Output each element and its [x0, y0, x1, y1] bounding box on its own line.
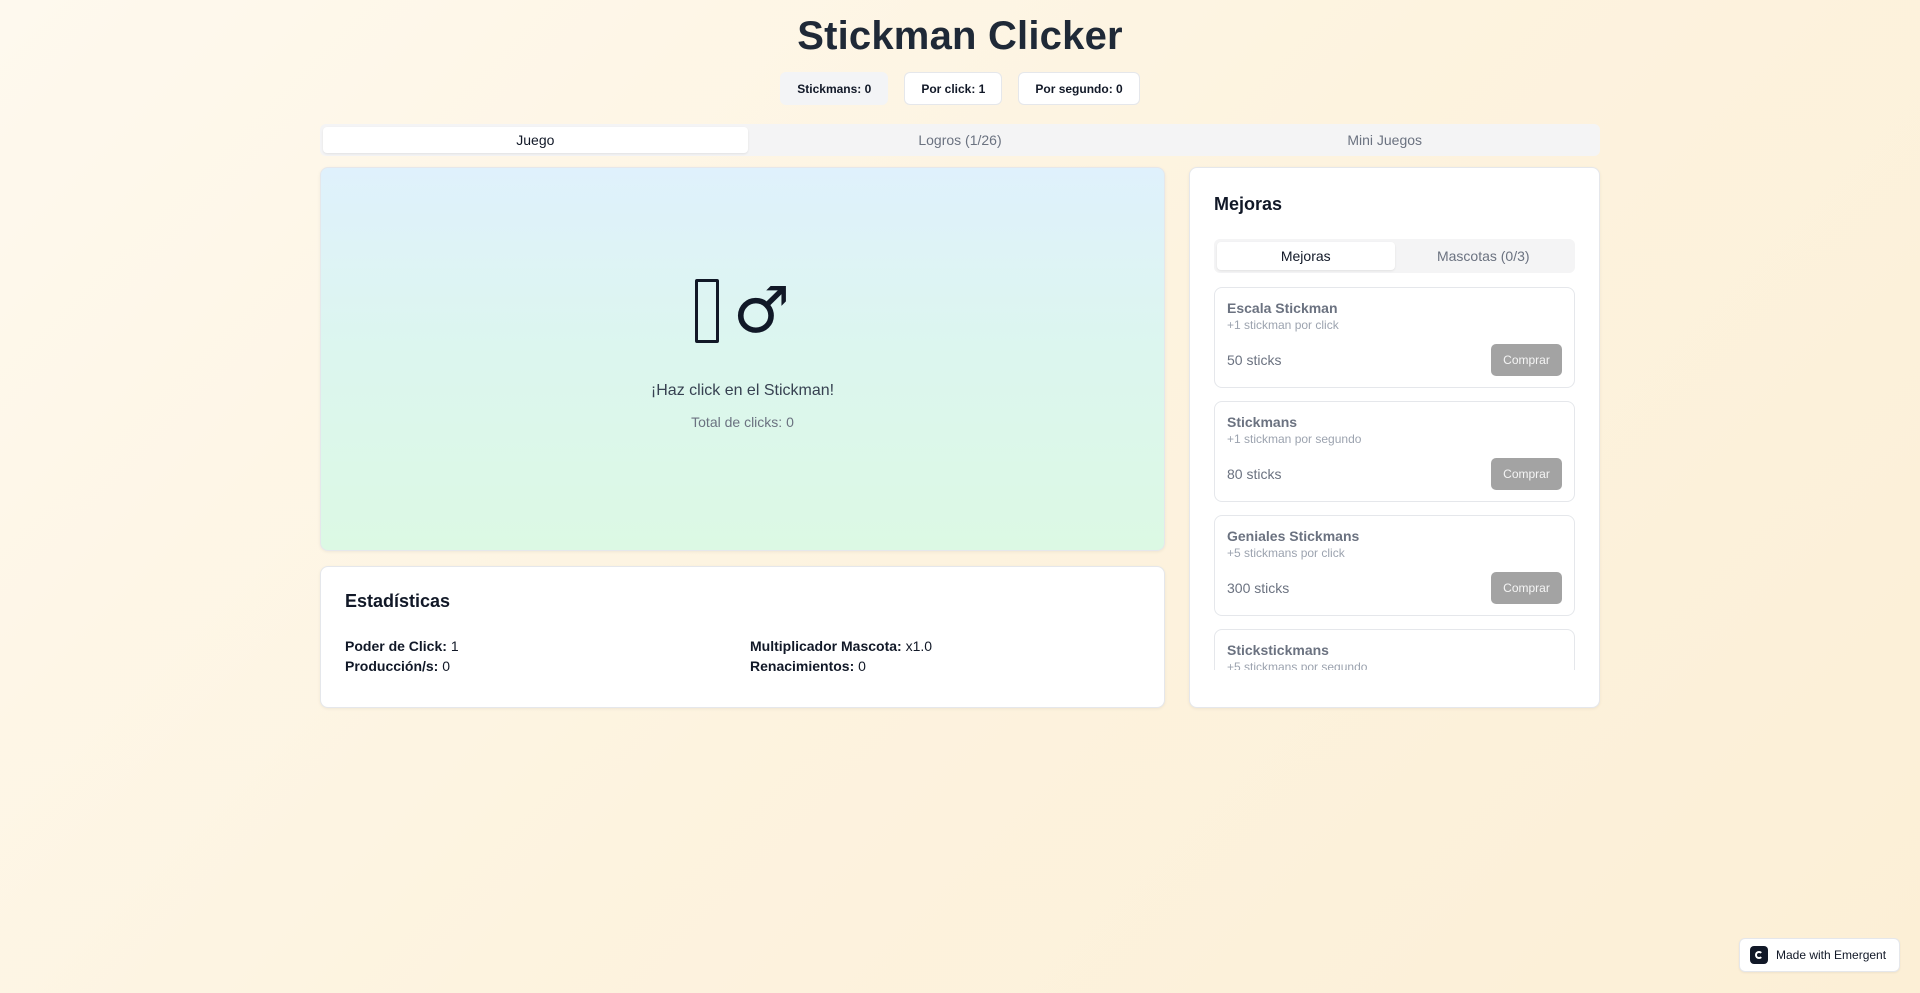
header: Stickman Clicker Stickmans: 0 Por click:…: [0, 0, 1920, 105]
stats-grid: Poder de Click: 1 Multiplicador Mascota:…: [345, 638, 1140, 674]
upgrades-tabs: Mejoras Mascotas (0/3): [1214, 239, 1575, 273]
upgrade-name: Geniales Stickmans: [1227, 528, 1360, 544]
buy-button[interactable]: Comprar: [1491, 572, 1562, 604]
game-panel: ♂ ¡Haz click en el Stickman! Total de cl…: [320, 167, 1165, 551]
tab-juego[interactable]: Juego: [323, 127, 748, 153]
stat-label: Renacimientos:: [750, 658, 855, 674]
upgrade-card-escala-stickman: Escala Stickman +1 stickman por click 50…: [1214, 287, 1575, 388]
upgrade-price: 80 sticks: [1227, 466, 1282, 482]
upgrade-description: +1 stickman por click: [1227, 318, 1339, 332]
page-title: Stickman Clicker: [797, 14, 1123, 58]
upgrade-list[interactable]: Escala Stickman +1 stickman por click 50…: [1214, 287, 1575, 670]
stickman-click-target[interactable]: ♂: [694, 274, 791, 348]
stickman-missing-glyph-icon: [694, 279, 719, 343]
made-with-emergent-badge[interactable]: Made with Emergent: [1739, 938, 1900, 972]
stat-rebirths: Renacimientos: 0: [750, 658, 1150, 674]
upgrade-name: Stickstickmans: [1227, 642, 1329, 658]
stat-label: Poder de Click:: [345, 638, 447, 654]
tab-mejoras[interactable]: Mejoras: [1217, 242, 1395, 270]
buy-button[interactable]: Comprar: [1491, 458, 1562, 490]
upgrade-description: +5 stickmans por segundo: [1227, 660, 1368, 670]
stat-value: 1: [450, 638, 459, 654]
main-tabs: Juego Logros (1/26) Mini Juegos: [320, 124, 1600, 156]
buy-button[interactable]: Comprar: [1491, 344, 1562, 376]
upgrade-name: Escala Stickman: [1227, 300, 1338, 316]
upgrade-price: 50 sticks: [1227, 352, 1282, 368]
per-click-badge: Por click: 1: [904, 72, 1003, 105]
stat-production: Producción/s: 0: [345, 658, 750, 674]
main-container: Juego Logros (1/26) Mini Juegos ♂ ¡Haz c…: [320, 124, 1600, 708]
upgrade-card-stickstickmans: Stickstickmans +5 stickmans por segundo: [1214, 629, 1575, 670]
badge-label: Made with Emergent: [1776, 948, 1887, 962]
stat-label: Multiplicador Mascota:: [750, 638, 902, 654]
tab-mascotas[interactable]: Mascotas (0/3): [1395, 242, 1573, 270]
stat-label: Producción/s:: [345, 658, 439, 674]
emergent-logo-icon: [1750, 946, 1768, 964]
stat-value: 0: [858, 658, 866, 674]
top-stats: Stickmans: 0 Por click: 1 Por segundo: 0: [0, 72, 1920, 105]
total-clicks: Total de clicks: 0: [691, 414, 794, 430]
stat-value: x1.0: [905, 638, 933, 654]
upgrade-card-geniales-stickmans: Geniales Stickmans +5 stickmans por clic…: [1214, 515, 1575, 616]
stat-click-power: Poder de Click: 1: [345, 638, 750, 654]
upgrade-price: 300 sticks: [1227, 580, 1290, 596]
upgrade-name: Stickmans: [1227, 414, 1298, 430]
click-prompt: ¡Haz click en el Stickman!: [650, 382, 835, 399]
upgrade-card-stickmans: Stickmans +1 stickman por segundo 80 sti…: [1214, 401, 1575, 502]
tab-logros[interactable]: Logros (1/26): [748, 127, 1173, 153]
upgrade-description: +5 stickmans por click: [1227, 546, 1345, 560]
stat-value: 0: [442, 658, 451, 674]
stats-panel: Estadísticas Poder de Click: 1 Multiplic…: [320, 566, 1165, 708]
stat-pet-multiplier: Multiplicador Mascota: x1.0: [750, 638, 1150, 654]
upgrade-description: +1 stickman por segundo: [1227, 432, 1362, 446]
stickman-icon: ♂: [732, 274, 791, 348]
upgrades-panel: Mejoras Mejoras Mascotas (0/3) Escala St…: [1189, 167, 1600, 708]
per-second-badge: Por segundo: 0: [1018, 72, 1140, 105]
stats-title: Estadísticas: [345, 591, 451, 611]
stickmans-count-badge: Stickmans: 0: [780, 72, 889, 105]
upgrades-title: Mejoras: [1214, 194, 1283, 214]
tab-mini-juegos[interactable]: Mini Juegos: [1172, 127, 1597, 153]
